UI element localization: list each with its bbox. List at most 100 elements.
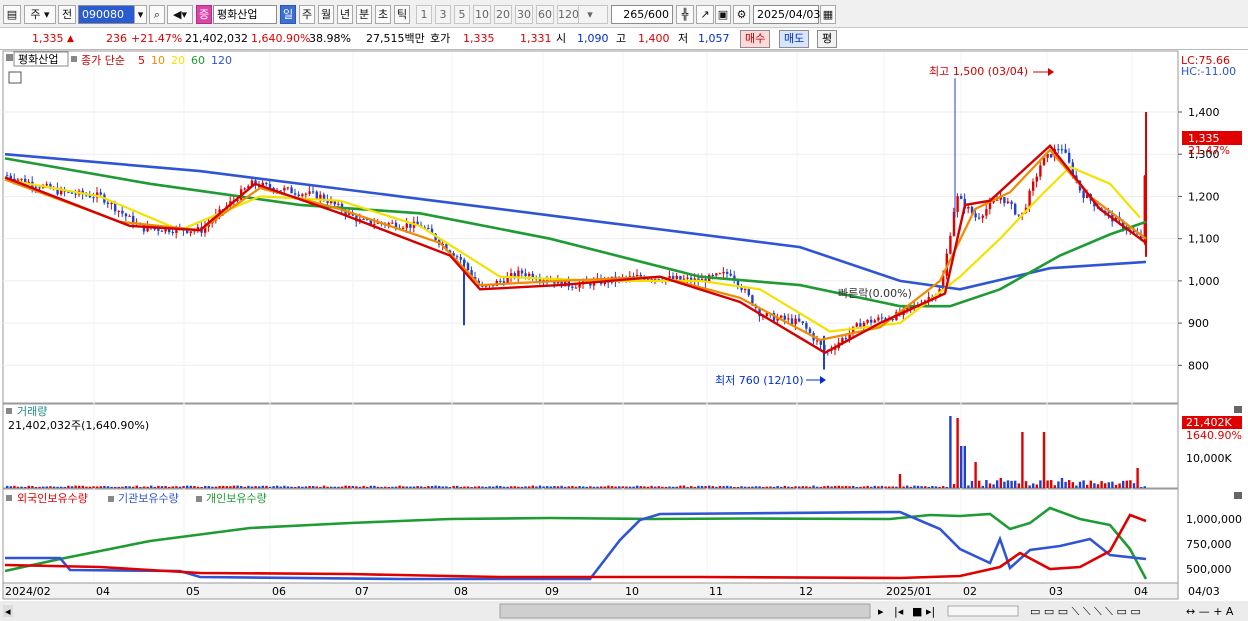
volume-bar [265, 485, 268, 488]
candle-body [524, 273, 527, 277]
candle-body [988, 202, 992, 210]
zoom-slider[interactable] [947, 605, 1019, 617]
calendar-icon[interactable]: ▦ [820, 5, 836, 24]
calc-icon[interactable] [8, 71, 22, 84]
volume-bar [427, 485, 430, 488]
tab-interval-10[interactable]: 10 [473, 5, 491, 24]
holdings-handle2-icon[interactable] [108, 496, 114, 502]
candle-body [726, 271, 729, 274]
tool-icons[interactable]: ▭ ▭ ▭ ⟍ ⟍ ⟍ ⟍ ▭ ▭ [1030, 605, 1141, 618]
volume-bar [164, 485, 167, 488]
candle-body [189, 231, 192, 233]
candle-body [636, 274, 639, 277]
count-field[interactable]: 265/600 [611, 5, 673, 24]
stop-icon[interactable]: ■ [912, 605, 922, 618]
step-forward-icon[interactable]: ▸| [926, 605, 935, 618]
ma-period-60: 60 [191, 54, 205, 67]
high-label: 고 [616, 32, 627, 45]
volume-bar [85, 486, 88, 488]
volume-bar [1082, 480, 1085, 488]
scroll-thumb[interactable] [499, 603, 871, 619]
tab-interval-30[interactable]: 30 [515, 5, 533, 24]
volume-bar [160, 486, 164, 488]
candle-body [798, 318, 801, 322]
tab-interval-20[interactable]: 20 [494, 5, 512, 24]
holdings-foreign-label: 외국인보유수량 [17, 492, 88, 505]
volume-bar [1010, 480, 1013, 488]
volume-bar [196, 486, 200, 488]
holdings-tick-500k: 500,000 [1186, 563, 1232, 576]
volume-bar [661, 486, 664, 488]
tab-period-0[interactable]: 일 [280, 5, 296, 24]
scroll-right-icon[interactable]: ▸ [878, 605, 884, 618]
speaker-icon[interactable]: ◀▾ [167, 5, 193, 24]
volume-bar [657, 486, 660, 488]
volume-bar [834, 485, 837, 488]
tab-period-5[interactable]: 초 [375, 5, 391, 24]
volume-bar [675, 486, 678, 488]
up-arrow-icon: ▲ [67, 34, 74, 44]
tab-interval-1[interactable]: 1 [416, 5, 432, 24]
tab-interval-5[interactable]: 5 [454, 5, 470, 24]
volume-bar [841, 486, 844, 488]
volume-bar [790, 486, 794, 488]
volume-bar [862, 486, 866, 488]
step-back-icon[interactable]: |◂ [894, 605, 904, 618]
volume-bar [110, 486, 113, 488]
sell-button[interactable]: 매도 [779, 30, 810, 48]
code-dropdown-icon[interactable]: ▾ [134, 5, 147, 24]
volume-bar [204, 485, 207, 488]
prev-button[interactable]: 전 [58, 5, 76, 24]
tab-interval-60[interactable]: 60 [536, 5, 554, 24]
volume-bar [880, 485, 884, 488]
eval-button[interactable]: 평 [817, 30, 838, 48]
window-menu-icon[interactable]: ▤ [3, 5, 21, 24]
tab-period-6[interactable]: 틱 [394, 5, 410, 24]
candle-body [20, 178, 23, 180]
x-axis-label: 2024/02 [5, 585, 51, 598]
buy-button[interactable]: 매수 [740, 30, 771, 48]
volume-bar [502, 486, 506, 488]
tab-interval-120[interactable]: 120 [557, 5, 579, 24]
stock-chart[interactable]: 평화산업 종가 단순 5 10 20 60 120 LC:75.66 HC:-11.00… [0, 50, 1248, 621]
volume-bar [150, 485, 153, 488]
count-max: /600 [644, 8, 669, 21]
holdings-close-icon[interactable] [1234, 492, 1242, 499]
candle-type-icon[interactable]: ╬ [676, 5, 694, 24]
tab-period-4[interactable]: 분 [356, 5, 372, 24]
panel-handle-icon[interactable] [6, 54, 13, 61]
holdings-handle-icon[interactable] [6, 495, 12, 501]
tab-period-1[interactable]: 주 [299, 5, 315, 24]
volume-bar [1111, 481, 1114, 488]
save-icon[interactable]: ▣ [715, 5, 731, 24]
candle-body [711, 274, 714, 276]
volume-handle-icon[interactable] [6, 408, 12, 414]
volume-bar [1006, 480, 1010, 488]
ma-handle-icon[interactable] [71, 56, 77, 62]
volume-bar [1060, 478, 1064, 488]
volume-bar [999, 478, 1002, 488]
stock-name-field[interactable]: 평화산업 [213, 5, 277, 24]
volume-bar [70, 486, 74, 488]
volume-bar [247, 485, 250, 488]
candle-body [985, 209, 988, 216]
candle-body [682, 278, 686, 280]
search-icon[interactable]: ⌕ [149, 5, 165, 24]
volume-close-icon[interactable] [1234, 406, 1242, 413]
volume-bar [844, 485, 848, 488]
gear-icon[interactable]: ⚙ [733, 5, 750, 24]
holdings-handle3-icon[interactable] [196, 496, 202, 502]
draw-tool-icon[interactable]: ↗ [696, 5, 714, 24]
candle-body [722, 271, 725, 274]
tab-period-2[interactable]: 월 [318, 5, 334, 24]
date-field[interactable]: 2025/04/03 [753, 5, 820, 24]
volume-bar [744, 486, 747, 488]
tab-interval-3[interactable]: 3 [435, 5, 451, 24]
volume-bar [542, 486, 545, 488]
market-select[interactable]: 주 ▾ [24, 5, 56, 24]
zoom-controls-icon[interactable]: ↔ — + A [1186, 605, 1234, 618]
x-axis-label: 07 [355, 585, 369, 598]
volume-bar [924, 486, 927, 488]
volume-bar [960, 446, 963, 488]
tab-period-3[interactable]: 년 [337, 5, 353, 24]
